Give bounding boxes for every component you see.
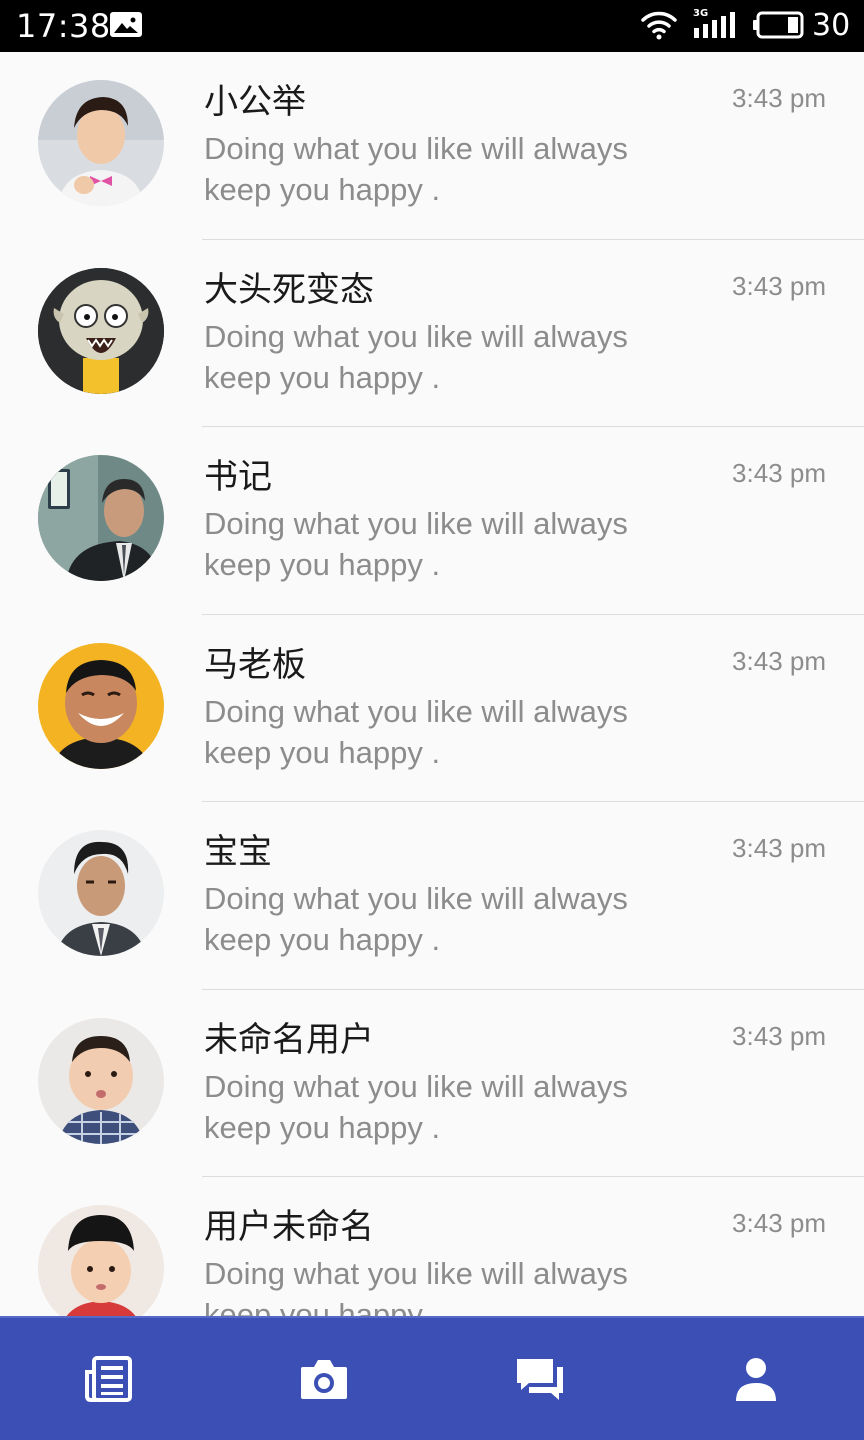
chat-name: 马老板 xyxy=(204,644,306,685)
chat-message: Doing what you like will always keep you… xyxy=(204,131,628,207)
chat-message: Doing what you like will always keep you… xyxy=(204,881,628,957)
avatar-toddler-plaid-shirt xyxy=(38,1017,164,1144)
chat-name: 小公举 xyxy=(204,82,306,122)
chat-time: 3:43 pm xyxy=(732,458,826,488)
avatar-man-in-suit-office xyxy=(38,455,164,581)
chat-item[interactable]: 未命名用户 Doing what you like will always ke… xyxy=(0,990,864,1177)
chat-name: 未命名用户 xyxy=(204,1019,374,1060)
status-time: 17:38 xyxy=(16,7,111,45)
avatar[interactable] xyxy=(38,1205,164,1316)
avatar-toddler-black-hat xyxy=(38,1205,164,1316)
chat-message: Doing what you like will always keep you… xyxy=(204,1068,628,1145)
status-bar: 17:38 3G 30 xyxy=(0,0,864,52)
bottom-nav xyxy=(0,1316,864,1440)
chat-item[interactable]: 宝宝 Doing what you like will always keep … xyxy=(0,802,864,990)
nav-profile[interactable] xyxy=(648,1318,864,1440)
image-notification-icon xyxy=(110,12,142,37)
news-icon xyxy=(85,1356,132,1402)
chat-time: 3:43 pm xyxy=(732,83,826,113)
chat-name: 用户未命名 xyxy=(204,1207,374,1247)
chat-message: Doing what you like will always keep you… xyxy=(204,318,628,395)
chat-message: Doing what you like will always keep you… xyxy=(204,1256,628,1316)
chat-icon xyxy=(517,1359,563,1400)
avatar[interactable] xyxy=(38,1017,164,1144)
chat-item[interactable]: 马老板 Doing what you like will always keep… xyxy=(0,615,864,802)
chat-list[interactable]: 小公举 Doing what you like will always keep… xyxy=(0,52,864,1316)
chat-message: Doing what you like will always keep you… xyxy=(204,693,628,770)
avatar[interactable] xyxy=(38,830,164,956)
chat-time: 3:43 pm xyxy=(732,645,826,676)
avatar[interactable] xyxy=(38,642,164,769)
nav-news[interactable] xyxy=(0,1318,216,1440)
chat-name: 大头死变态 xyxy=(204,269,374,310)
avatar[interactable] xyxy=(38,455,164,581)
avatar-fish-mask xyxy=(38,267,164,394)
nav-camera[interactable] xyxy=(216,1318,432,1440)
avatar-young-man-pink-bowtie xyxy=(38,80,164,206)
avatar[interactable] xyxy=(38,267,164,394)
wifi-icon xyxy=(641,11,677,40)
cell-signal-icon xyxy=(694,12,735,38)
chat-item[interactable]: 大头死变态 Doing what you like will always ke… xyxy=(0,240,864,427)
avatar-smiling-man-yellow xyxy=(38,642,164,769)
chat-item[interactable]: 书记 Doing what you like will always keep … xyxy=(0,427,864,615)
chat-time: 3:43 pm xyxy=(732,270,826,301)
battery-level: 30 xyxy=(812,8,851,43)
chat-time: 3:43 pm xyxy=(732,833,826,863)
chat-item[interactable]: 小公举 Doing what you like will always keep… xyxy=(0,52,864,240)
camera-icon xyxy=(301,1360,347,1399)
chat-time: 3:43 pm xyxy=(732,1020,826,1051)
chat-time: 3:43 pm xyxy=(732,1208,826,1238)
chat-name: 书记 xyxy=(204,457,272,497)
chat-message: Doing what you like will always keep you… xyxy=(204,506,628,582)
avatar-man-dark-suit xyxy=(38,830,164,956)
avatar[interactable] xyxy=(38,80,164,206)
chat-name: 宝宝 xyxy=(204,832,272,872)
chat-item[interactable]: 用户未命名 Doing what you like will always ke… xyxy=(0,1177,864,1316)
person-icon xyxy=(736,1358,776,1401)
battery-icon xyxy=(753,11,804,39)
nav-chat[interactable] xyxy=(432,1318,648,1440)
